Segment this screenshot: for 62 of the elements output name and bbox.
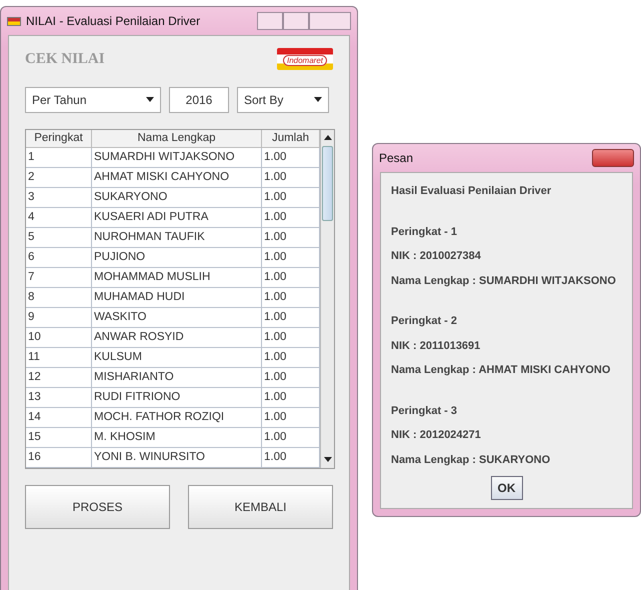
period-dropdown[interactable]: Per Tahun [25,86,161,112]
column-header: Peringkat [26,130,92,148]
table-cell: 7 [26,268,92,288]
rank-label: Peringkat - 3 [391,404,458,418]
app-icon [7,16,21,26]
table-cell: AHMAT MISKI CAHYONO [92,168,262,188]
logo: Indomaret [276,48,333,70]
table-cell: SUKARYONO [92,188,262,208]
back-button[interactable]: KEMBALI [188,484,333,528]
table-cell: 13 [26,388,92,408]
table-cell: 2 [26,168,92,188]
sort-dropdown[interactable]: Sort By [237,86,329,112]
table-cell: MISHARIANTO [92,368,262,388]
name-label: Nama Lengkap : SUKARYONO [391,452,552,468]
table-cell: 15 [26,428,92,448]
page-heading: CEK NILAI [25,50,105,69]
table-cell: 3 [26,188,92,208]
table-cell: SUMARDHI WITJAKSONO [92,148,262,168]
scrollbar[interactable] [320,130,334,468]
table-cell: 14 [26,408,92,428]
nik-label: NIK : 2010027384 [391,249,482,264]
table-cell: 4 [26,208,92,228]
table-cell: YONI B. WINURSITO [92,448,262,468]
scroll-down-icon [324,457,332,462]
table-cell: RUDI FITRIONO [92,388,262,408]
rank-label: Peringkat - 1 [391,224,458,240]
table-cell: 11 [26,348,92,368]
table-cell: NUROHMAN TAUFIK [92,228,262,248]
scroll-thumb[interactable] [322,146,333,220]
name-label: Nama Lengkap : SUMARDHI WITJAKSONO [391,274,617,288]
caret-icon [146,97,154,102]
table-cell: ANWAR ROSYID [92,328,262,348]
table-cell: M. KHOSIM [92,428,262,448]
message-heading: Hasil Evaluasi Penilaian Driver [391,184,552,199]
table-cell: 10 [26,328,92,348]
window-title: NILAI - Evaluasi Penilaian Driver [26,13,200,30]
table-cell: 12 [26,368,92,388]
table-cell: 5 [26,228,92,248]
ok-button[interactable]: OK [490,476,522,500]
process-button[interactable]: PROSES [25,484,170,528]
table-cell: MOCH. FATHOR ROZIQI [92,408,262,428]
table-cell: KULSUM [92,348,262,368]
table-cell: 16 [26,448,92,468]
table-cell: MOHAMMAD MUSLIH [92,268,262,288]
column-header: Jumlah [262,130,320,148]
table-cell: 1 [26,148,92,168]
table-cell: WASKITO [92,308,262,328]
nik-label: NIK : 2011013691 [391,338,482,354]
caret-icon [314,97,322,102]
rank-label: Peringkat - 2 [391,314,458,329]
table-cell: 8 [26,288,92,308]
scroll-up-icon [324,135,332,140]
name-label: Nama Lengkap : AHMAT MISKI CAHYONO [391,363,612,378]
column-header: Nama Lengkap [92,130,262,148]
table-cell: PUJIONO [92,248,262,268]
table-cell: 9 [26,308,92,328]
window-title: Pesan [379,150,414,167]
table-cell: KUSAERI ADI PUTRA [92,208,262,228]
table-cell: MUHAMAD HUDI [92,288,262,308]
table-cell: 6 [26,248,92,268]
nik-label: NIK : 2012024271 [391,428,482,443]
year-field[interactable]: 2016 [169,86,229,112]
